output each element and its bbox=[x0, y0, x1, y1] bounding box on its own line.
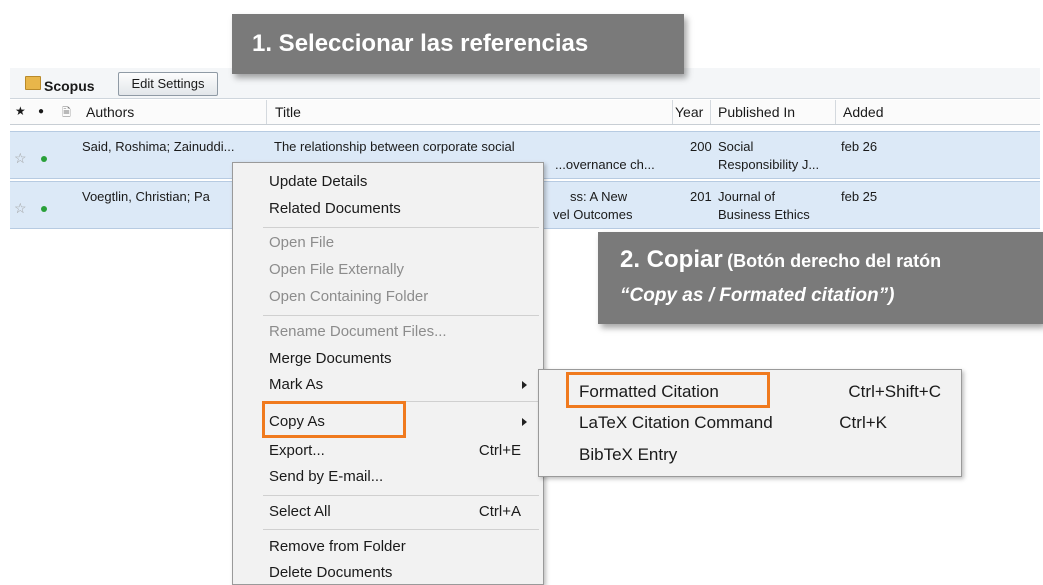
published-cell-line2: Business Ethics bbox=[718, 207, 810, 222]
authors-cell: Said, Roshima; Zainuddi... bbox=[82, 139, 235, 154]
submenu-arrow-icon bbox=[522, 381, 527, 389]
star-icon[interactable]: ☆ bbox=[14, 150, 27, 167]
menu-item-remove-from-folder[interactable]: Remove from Folder bbox=[269, 538, 406, 555]
folder-icon bbox=[25, 76, 41, 90]
menu-separator bbox=[263, 315, 539, 316]
step1-annotation: 1. Seleccionar las referencias bbox=[232, 14, 684, 74]
submenu-item-latex-citation[interactable]: LaTeX Citation Command bbox=[579, 413, 773, 433]
authors-cell: Voegtlin, Christian; Pa bbox=[82, 189, 210, 204]
step2-subtitle: (Botón derecho del ratón bbox=[727, 251, 942, 271]
published-cell: Journal of bbox=[718, 189, 776, 204]
year-column-header[interactable]: Year bbox=[675, 104, 703, 120]
year-cell: 200 bbox=[690, 139, 712, 154]
title-cell-line2: vel Outcomes bbox=[553, 207, 633, 222]
submenu-arrow-icon bbox=[522, 418, 527, 426]
formatted-citation-highlight bbox=[566, 372, 770, 408]
added-cell: feb 26 bbox=[841, 139, 878, 154]
column-divider[interactable] bbox=[710, 100, 711, 124]
menu-item-delete-documents[interactable]: Delete Documents bbox=[269, 564, 392, 581]
published-cell-line2: Responsibility J... bbox=[718, 157, 820, 172]
title-column-header[interactable]: Title bbox=[275, 104, 301, 120]
menu-separator bbox=[263, 495, 539, 496]
menu-item-open-containing-folder[interactable]: Open Containing Folder bbox=[269, 288, 428, 305]
edit-settings-button[interactable]: Edit Settings bbox=[118, 72, 218, 96]
formatted-citation-shortcut: Ctrl+Shift+C bbox=[848, 382, 941, 401]
column-divider[interactable] bbox=[266, 100, 267, 124]
column-divider[interactable] bbox=[672, 100, 673, 124]
menu-item-export[interactable]: Export... bbox=[269, 442, 325, 459]
published-in-column-header[interactable]: Published In bbox=[718, 104, 795, 120]
menu-item-open-file[interactable]: Open File bbox=[269, 234, 334, 251]
menu-separator bbox=[263, 529, 539, 530]
menu-separator bbox=[263, 227, 539, 228]
star-icon[interactable]: ☆ bbox=[14, 200, 27, 217]
added-column-header[interactable]: Added bbox=[843, 104, 883, 120]
menu-item-rename-document-files[interactable]: Rename Document Files... bbox=[269, 323, 447, 340]
step2-instruction: “Copy as / Formated citation”) bbox=[620, 285, 895, 306]
latex-citation-shortcut: Ctrl+K bbox=[839, 413, 887, 432]
star-column-header[interactable]: ★ bbox=[15, 104, 26, 118]
export-shortcut: Ctrl+E bbox=[478, 442, 521, 459]
folder-name: Scopus bbox=[44, 78, 95, 94]
menu-item-merge-documents[interactable]: Merge Documents bbox=[269, 350, 392, 367]
step2-title: 2. Copiar bbox=[620, 246, 723, 273]
menu-item-open-file-externally[interactable]: Open File Externally bbox=[269, 261, 404, 278]
step2-annotation: 2. Copiar (Botón derecho del ratón “Copy… bbox=[598, 232, 1043, 324]
column-divider[interactable] bbox=[835, 100, 836, 124]
title-cell-line2: ...overnance ch... bbox=[555, 157, 655, 172]
year-cell: 201 bbox=[690, 189, 712, 204]
copy-as-highlight bbox=[262, 401, 406, 438]
menu-item-related-documents[interactable]: Related Documents bbox=[269, 200, 401, 217]
title-cell: The relationship between corporate socia… bbox=[274, 139, 515, 154]
context-menu: Update Details Related Documents Open Fi… bbox=[232, 162, 544, 585]
menu-item-send-by-email[interactable]: Send by E-mail... bbox=[269, 468, 383, 485]
select-all-shortcut: Ctrl+A bbox=[478, 503, 521, 520]
table-header: ★ ● 🗎 Authors Title Year Published In Ad… bbox=[10, 100, 1040, 125]
read-status-dot bbox=[41, 156, 47, 162]
menu-item-update-details[interactable]: Update Details bbox=[269, 173, 367, 190]
title-cell: ss: A New bbox=[570, 189, 628, 204]
added-cell: feb 25 bbox=[841, 189, 878, 204]
read-column-header[interactable]: ● bbox=[38, 106, 44, 117]
authors-column-header[interactable]: Authors bbox=[86, 104, 134, 120]
published-cell: Social bbox=[718, 139, 754, 154]
document-column-header[interactable]: 🗎 bbox=[62, 104, 71, 123]
menu-item-mark-as[interactable]: Mark As bbox=[269, 376, 323, 393]
menu-item-select-all[interactable]: Select All bbox=[269, 503, 331, 520]
submenu-item-bibtex-entry[interactable]: BibTeX Entry bbox=[579, 445, 677, 465]
read-status-dot bbox=[41, 206, 47, 212]
